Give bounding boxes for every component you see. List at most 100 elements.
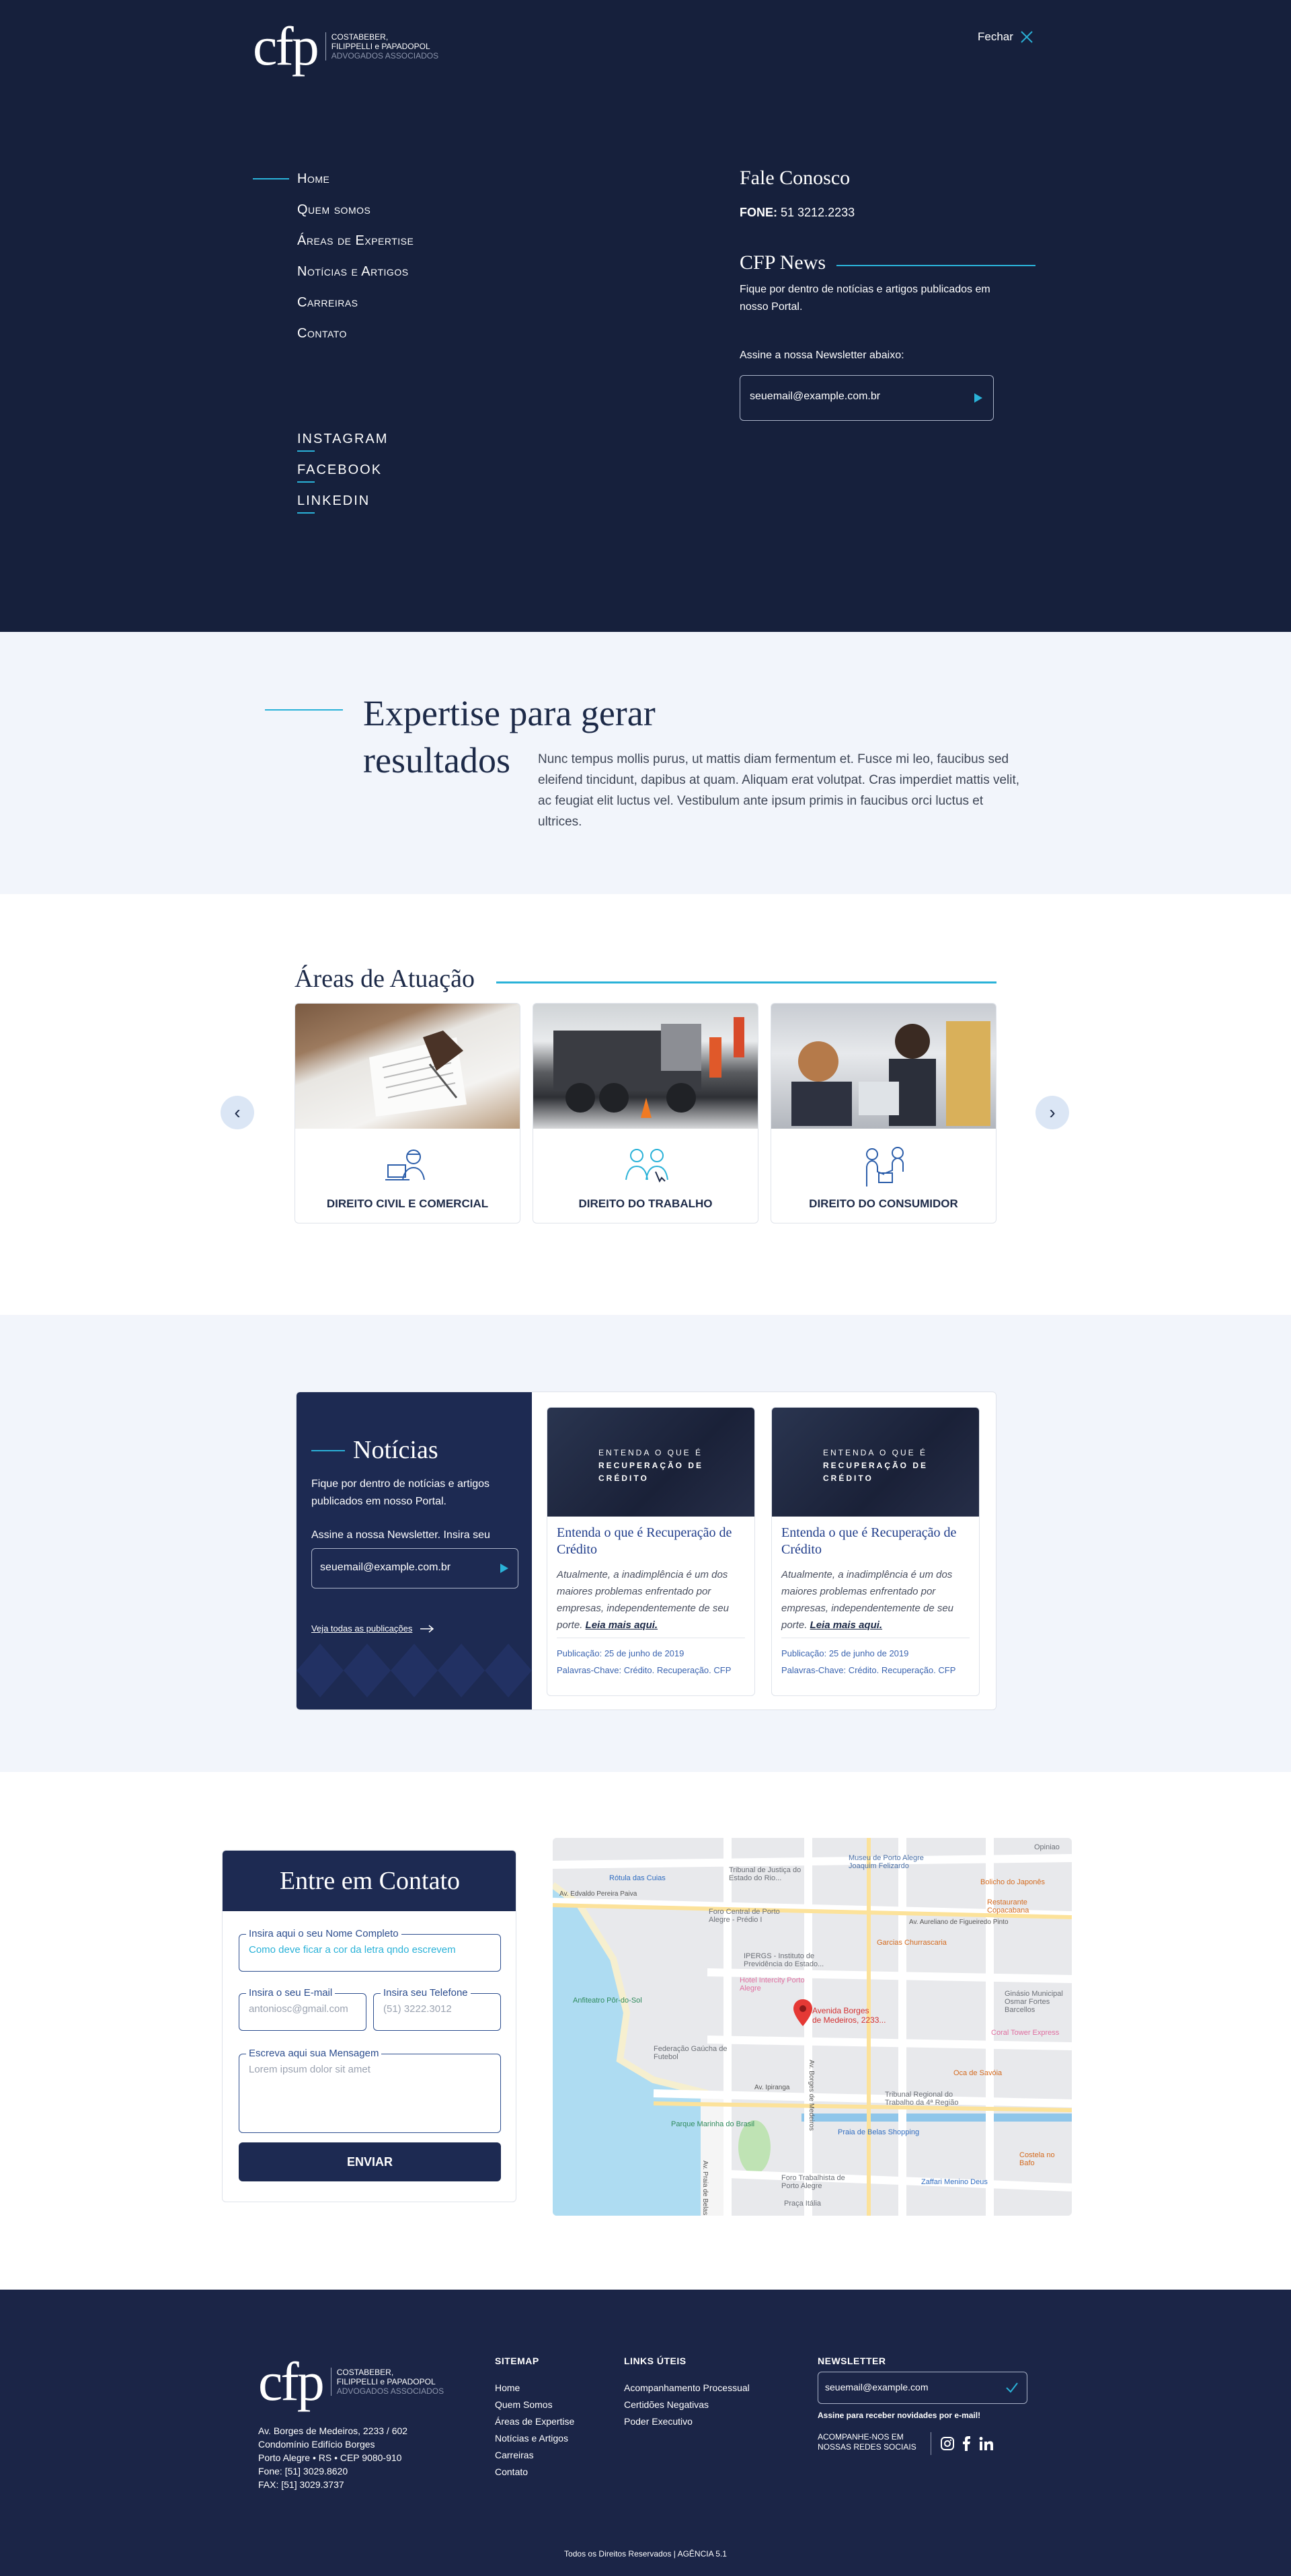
footer-newsletter-input[interactable]: seuemail@example.com [818, 2372, 1027, 2404]
map-place: Anfiteatro Pôr-do-Sol [573, 1997, 642, 2005]
news-card-excerpt: Atualmente, a inadimplência é um dos mai… [781, 1566, 970, 1634]
news-card[interactable]: ENTENDA O QUE É RECUPERAÇÃO DE CRÉDITO E… [771, 1407, 980, 1696]
news-card[interactable]: ENTENDA O QUE É RECUPERAÇÃO DE CRÉDITO E… [547, 1407, 755, 1696]
sitemap-column: SITEMAP Home Quem Somos Áreas de Experti… [495, 2356, 574, 2481]
map-place: Federação Gaúcha de Futebol [654, 2045, 728, 2061]
arrow-right-icon [420, 1624, 434, 1633]
map-place: Tribunal de Justiça do Estado do Rio... [729, 1866, 801, 1882]
phone-value: 51 3212.2233 [781, 206, 855, 219]
area-card-image [533, 1004, 758, 1129]
social-label: ACOMPANHE-NOS EM NOSSAS REDES SOCIAIS [818, 2432, 939, 2452]
nav-carreiras[interactable]: Carreiras [297, 287, 414, 318]
logo[interactable]: cfp COSTABEBER, FILIPPELLI e PAPADOPOL A… [253, 19, 438, 74]
chevron-left-icon: ‹ [234, 1102, 241, 1123]
location-map[interactable]: Avenida Borges de Medeiros, 2233... Muse… [553, 1838, 1072, 2216]
check-icon[interactable] [1005, 2382, 1019, 2394]
footer-logo[interactable]: cfp COSTABEBER, FILIPPELLI e PAPADOPOL A… [258, 2354, 444, 2409]
map-street: Av. Borges de Medeiros [808, 2060, 815, 2131]
area-card-consumidor[interactable]: DIREITO DO CONSUMIDOR [771, 1003, 996, 1223]
workers-team-icon [625, 1149, 668, 1183]
logo-text: COSTABEBER, FILIPPELLI e PAPADOPOL ADVOG… [330, 2368, 444, 2396]
footer-link-noticias[interactable]: Notícias e Artigos [495, 2430, 574, 2447]
footer-link-quem-somos[interactable]: Quem Somos [495, 2397, 574, 2413]
all-news-link[interactable]: Veja todas as publicações [311, 1623, 435, 1634]
phone-line: FONE: 51 3212.2233 [740, 206, 855, 220]
area-card-civil[interactable]: DIREITO CIVIL E COMERCIAL [295, 1003, 520, 1223]
submit-button[interactable]: ENVIAR [239, 2142, 501, 2181]
logo-line3: ADVOGADOS ASSOCIADOS [336, 2386, 444, 2396]
logo-text: COSTABEBER, FILIPPELLI e PAPADOPOL ADVOG… [325, 32, 438, 61]
workers-truck-image [553, 1017, 744, 1118]
news-panel: Notícias Fique por dentro de notícias e … [297, 1392, 532, 1709]
carousel-next-button[interactable]: › [1035, 1096, 1069, 1129]
map-place: Costela no Bafo [1019, 2151, 1055, 2167]
email-label: Insira o seu E-mail [246, 1987, 336, 1999]
news-card-title[interactable]: Entenda o que é Recuperação de Crédito [557, 1525, 745, 1558]
social-instagram[interactable]: INSTAGRAM [297, 424, 388, 454]
map-street: Av. Edvaldo Pereira Paiva [559, 1890, 637, 1898]
nav-quem-somos[interactable]: Quem somos [297, 194, 414, 225]
pin-label-line1: Avenida Borges [812, 2006, 869, 2015]
read-more-link[interactable]: Leia mais aqui. [586, 1619, 658, 1631]
footer-link-poder-executivo[interactable]: Poder Executivo [624, 2413, 750, 2430]
nav-areas[interactable]: Áreas de Expertise [297, 225, 414, 256]
nav-noticias[interactable]: Notícias e Artigos [297, 256, 414, 287]
nav-home[interactable]: Home [297, 163, 414, 194]
message-label: Escreva aqui sua Mensagem [246, 2048, 382, 2059]
email-field[interactable]: Insira o seu E-mail antoniosc@gmail.com [239, 1987, 366, 2031]
logo-line2: FILIPPELLI e PAPADOPOL [336, 2377, 436, 2386]
footer-newsletter-placeholder: seuemail@example.com [825, 2382, 929, 2392]
news-card-title[interactable]: Entenda o que é Recuperação de Crédito [781, 1525, 970, 1558]
banner-line2: RECUPERAÇÃO DE [598, 1461, 704, 1470]
area-card-trabalho[interactable]: DIREITO DO TRABALHO [533, 1003, 758, 1223]
close-menu-button[interactable]: Fechar [978, 30, 1033, 44]
footer: cfp COSTABEBER, FILIPPELLI e PAPADOPOL A… [0, 2290, 1291, 2576]
send-arrow-icon[interactable] [500, 1564, 508, 1573]
name-field[interactable]: Insira aqui o seu Nome Completo Como dev… [239, 1928, 501, 1972]
close-label: Fechar [978, 30, 1013, 43]
footer-link-home[interactable]: Home [495, 2380, 574, 2397]
news-card-banner: ENTENDA O QUE É RECUPERAÇÃO DE CRÉDITO [772, 1408, 979, 1517]
message-field[interactable]: Escreva aqui sua Mensagem Lorem ipsum do… [239, 2048, 501, 2133]
map-place: Museu de Porto Alegre Joaquim Felizardo [849, 1854, 924, 1870]
fale-conosco-title: Fale Conosco [740, 167, 851, 189]
footer-link-acompanhamento[interactable]: Acompanhamento Processual [624, 2380, 750, 2397]
newsletter-label: Assine a nossa Newsletter abaixo: [740, 350, 904, 361]
news-card-meta: Publicação: 25 de junho de 2019 Palavras… [781, 1638, 970, 1679]
nav-contato[interactable]: Contato [297, 318, 414, 349]
footer-link-contato[interactable]: Contato [495, 2464, 574, 2481]
news-newsletter-label: Assine a nossa Newsletter. Insira seu [311, 1529, 490, 1541]
logo-mark: cfp [258, 2351, 325, 2412]
news-text: Fique por dentro de notícias e artigos p… [311, 1478, 490, 1507]
newsletter-email-input[interactable]: seuemail@example.com.br [740, 375, 994, 421]
news-card-date: Publicação: 25 de junho de 2019 [557, 1648, 684, 1658]
read-more-link[interactable]: Leia mais aqui. [810, 1619, 883, 1631]
news-card-date: Publicação: 25 de junho de 2019 [781, 1648, 909, 1658]
expertise-section: Expertise para gerar resultados Nunc tem… [0, 632, 1291, 894]
footer-link-carreiras[interactable]: Carreiras [495, 2447, 574, 2464]
copyright: Todos os Direitos Reservados | AGÊNCIA 5… [564, 2549, 727, 2559]
news-email-input[interactable]: seuemail@example.com.br [311, 1548, 518, 1588]
social-label-line1: ACOMPANHE-NOS EM [818, 2432, 904, 2442]
phone-field[interactable]: Insira seu Telefone (51) 3222.3012 [373, 1987, 501, 2031]
name-label: Insira aqui o seu Nome Completo [246, 1928, 401, 1939]
cfp-news-text: Fique por dentro de notícias e artigos p… [740, 284, 990, 313]
contact-section: Entre em Contato Insira aqui o seu Nome … [0, 1772, 1291, 2290]
map-street: Av. Aureliano de Figueiredo Pinto [909, 1919, 1009, 1926]
news-email-placeholder: seuemail@example.com.br [320, 1562, 451, 1573]
social-linkedin[interactable]: LINKEDIN [297, 485, 388, 516]
news-box: Notícias Fique por dentro de notícias e … [296, 1392, 996, 1710]
contact-title: Entre em Contato [223, 1851, 516, 1911]
social-facebook[interactable]: FACEBOOK [297, 454, 388, 485]
footer-link-certidoes[interactable]: Certidões Negativas [624, 2397, 750, 2413]
send-arrow-icon[interactable] [974, 393, 982, 403]
instagram-icon[interactable] [940, 2436, 955, 2451]
map-pin-label: Avenida Borges de Medeiros, 2233... [812, 2006, 886, 2025]
facebook-icon[interactable] [962, 2436, 971, 2451]
news-card-banner-text: ENTENDA O QUE É RECUPERAÇÃO DE CRÉDITO [823, 1447, 928, 1485]
address-line: FAX: [51] 3029.3737 [258, 2479, 344, 2490]
links-column: LINKS ÚTEIS Acompanhamento Processual Ce… [624, 2356, 750, 2430]
linkedin-icon[interactable] [979, 2436, 994, 2451]
footer-link-areas[interactable]: Áreas de Expertise [495, 2413, 574, 2430]
carousel-prev-button[interactable]: ‹ [221, 1096, 254, 1129]
